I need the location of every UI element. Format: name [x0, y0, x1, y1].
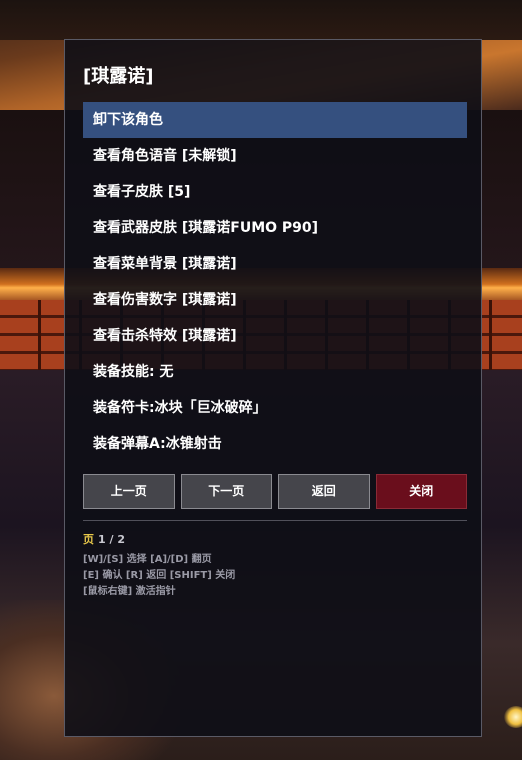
page-indicator: 页 1 / 2: [83, 531, 125, 547]
help-line-confirm: [E] 确认 [R] 返回 [SHIFT] 关闭: [83, 570, 236, 581]
page-number: 1 / 2: [98, 533, 125, 546]
page-label: 页: [83, 533, 94, 546]
prev-page-button[interactable]: 上一页: [83, 474, 175, 509]
help-line-pointer: [鼠标右键] 激活指针: [83, 586, 176, 597]
menu-item-weapon-skin[interactable]: 查看武器皮肤 [琪露诺FUMO P90]: [83, 210, 467, 246]
back-button[interactable]: 返回: [278, 474, 370, 509]
lamp-light: [504, 706, 522, 728]
menu-item-damage-numbers[interactable]: 查看伤害数字 [琪露诺]: [83, 282, 467, 318]
menu-item-list: 卸下该角色 查看角色语音 [未解锁] 查看子皮肤 [5] 查看武器皮肤 [琪露诺…: [83, 102, 467, 462]
menu-item-voice[interactable]: 查看角色语音 [未解锁]: [83, 138, 467, 174]
ceiling-beam: [0, 0, 522, 40]
next-page-button[interactable]: 下一页: [180, 474, 272, 509]
divider: [83, 520, 467, 521]
menu-button-row: 上一页 下一页 返回 关闭: [83, 474, 467, 509]
menu-item-kill-effect[interactable]: 查看击杀特效 [琪露诺]: [83, 318, 467, 354]
character-menu-panel: [琪露诺] 卸下该角色 查看角色语音 [未解锁] 查看子皮肤 [5] 查看武器皮…: [64, 39, 482, 737]
menu-item-equip-spell-card[interactable]: 装备符卡:冰块「巨冰破碎」: [83, 390, 467, 426]
menu-item-equip-barrage-a[interactable]: 装备弹幕A:冰锥射击: [83, 426, 467, 462]
menu-item-unequip-character[interactable]: 卸下该角色: [83, 102, 467, 138]
key-help: [W]/[S] 选择 [A]/[D] 翻页 [E] 确认 [R] 返回 [SHI…: [83, 552, 235, 600]
menu-item-sub-skins[interactable]: 查看子皮肤 [5]: [83, 174, 467, 210]
menu-item-equip-skill[interactable]: 装备技能: 无: [83, 354, 467, 390]
menu-title: [琪露诺]: [83, 66, 154, 87]
close-button[interactable]: 关闭: [375, 474, 467, 509]
help-line-navigation: [W]/[S] 选择 [A]/[D] 翻页: [83, 554, 212, 565]
menu-item-menu-background[interactable]: 查看菜单背景 [琪露诺]: [83, 246, 467, 282]
